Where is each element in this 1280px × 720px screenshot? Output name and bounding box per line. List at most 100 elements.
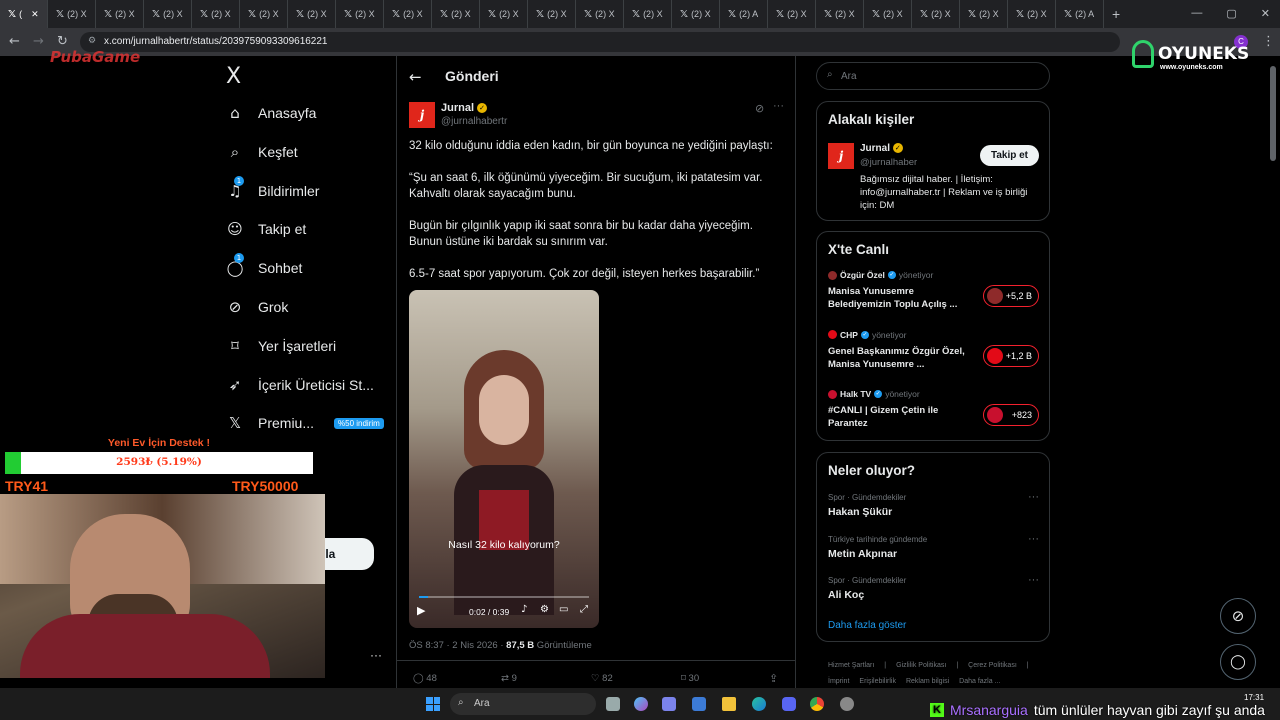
browser-tab[interactable]: 𝕏 (2) X xyxy=(336,0,384,28)
new-tab-button[interactable]: + xyxy=(1112,6,1120,22)
browser-tab[interactable]: 𝕏 (2) X xyxy=(288,0,336,28)
browser-tab[interactable]: 𝕏 (2) X xyxy=(480,0,528,28)
volume-icon[interactable]: ♪ xyxy=(521,604,527,615)
reload-icon[interactable]: ↻ xyxy=(57,34,68,49)
browser-tab[interactable]: 𝕏 (2) X xyxy=(816,0,864,28)
teams-icon[interactable] xyxy=(662,697,676,711)
browser-tab[interactable]: 𝕏 (2) X xyxy=(576,0,624,28)
repost-button[interactable]: ⇄ 9 xyxy=(501,673,517,684)
footer-link[interactable]: Çerez Politikası xyxy=(968,658,1017,674)
related-name[interactable]: Jurnal ✓ xyxy=(860,143,903,154)
share-icon[interactable]: ⇪ xyxy=(769,672,778,685)
browser-menu-icon[interactable]: ⋮ xyxy=(1262,34,1275,49)
video-player[interactable]: Nasıl 32 kilo kalıyorum? ▶ 0:02 / 0:39 ♪… xyxy=(409,290,599,628)
messages-float-button[interactable]: ◯ xyxy=(1220,644,1256,680)
bookmark-button[interactable]: ⌑ 30 xyxy=(681,673,699,684)
x-logo[interactable]: X xyxy=(226,64,241,89)
post-views-label: Görüntüleme xyxy=(534,640,592,651)
sidebar-item[interactable]: 𝕏 Premiu... %50 indirim xyxy=(226,414,384,432)
app-icon[interactable] xyxy=(840,697,854,711)
copilot-icon[interactable] xyxy=(634,697,648,711)
sidebar-item[interactable]: ⌂ Anasayfa xyxy=(226,104,316,122)
back-arrow-icon[interactable]: ← xyxy=(409,68,422,86)
trend-more-icon[interactable]: ··· xyxy=(1028,491,1039,503)
grok-icon: ⊘ xyxy=(228,298,242,316)
browser-tab[interactable]: 𝕏 (2) X xyxy=(144,0,192,28)
reply-button[interactable]: ◯ 48 xyxy=(413,673,437,684)
store-icon[interactable] xyxy=(692,697,706,711)
discord-icon[interactable] xyxy=(782,697,796,711)
windows-start-icon[interactable] xyxy=(426,697,440,711)
search-box[interactable]: ⌕ Ara xyxy=(816,62,1050,90)
browser-tab[interactable]: 𝕏 (2) X xyxy=(864,0,912,28)
pip-icon[interactable]: ▭ xyxy=(559,604,568,615)
browser-tab[interactable]: 𝕏 (2) X xyxy=(672,0,720,28)
minimize-icon[interactable]: — xyxy=(1191,7,1202,20)
follow-button[interactable]: Takip et xyxy=(980,145,1039,166)
address-bar[interactable]: ⚙ x.com/jurnalhabertr/status/20397590933… xyxy=(80,32,1120,52)
related-handle[interactable]: @jurnalhaber xyxy=(860,157,917,168)
footer-link[interactable]: Gizlilik Politikası xyxy=(896,658,946,674)
browser-tab[interactable]: 𝕏 (2) X xyxy=(768,0,816,28)
maximize-icon[interactable]: ▢ xyxy=(1226,7,1236,20)
fullscreen-icon[interactable]: ⤢ xyxy=(580,604,588,615)
sidebar-item[interactable]: ⌑ Yer İşaretleri xyxy=(226,337,336,355)
browser-tab[interactable]: 𝕏 (2) A xyxy=(1056,0,1104,28)
grok-float-button[interactable]: ⊘ xyxy=(1220,598,1256,634)
footer-link[interactable]: Hizmet Şartları xyxy=(828,658,874,674)
heart-icon: ♡ xyxy=(591,673,600,684)
tab-title: (2) X xyxy=(163,9,183,19)
sidebar-item-label: Sohbet xyxy=(258,260,303,277)
settings-icon[interactable]: ⚙ xyxy=(540,604,549,615)
site-info-icon[interactable]: ⚙ xyxy=(88,36,96,46)
edge-icon[interactable] xyxy=(752,697,766,711)
live-listener-pill[interactable]: +1,2 B xyxy=(983,344,1039,367)
browser-tab[interactable]: 𝕏(✕ xyxy=(0,0,48,28)
related-avatar[interactable]: j xyxy=(828,143,854,169)
sidebar-item[interactable]: ⊘ Grok xyxy=(226,298,289,316)
account-more-icon[interactable]: ··· xyxy=(370,648,382,662)
browser-tab[interactable]: 𝕏 (2) X xyxy=(432,0,480,28)
sidebar-item[interactable]: ⌕ Keşfet xyxy=(226,143,298,161)
taskbar-search[interactable]: ⌕ Ara xyxy=(450,693,596,715)
close-tab-icon[interactable]: ✕ xyxy=(31,9,39,20)
live-listener-pill[interactable]: +823 xyxy=(983,404,1039,426)
trend-more-icon[interactable]: ··· xyxy=(1028,533,1039,545)
post-timestamp[interactable]: ÖS 8:37 · 2 Nis 2026 · xyxy=(409,640,506,651)
page-scrollbar[interactable] xyxy=(1270,66,1276,161)
task-view-icon[interactable] xyxy=(606,697,620,711)
video-progress-track[interactable] xyxy=(419,596,589,598)
author-name[interactable]: Jurnal ✓ xyxy=(441,102,488,114)
sidebar-item[interactable]: ☺ Takip et xyxy=(226,220,306,238)
browser-tab[interactable]: 𝕏 (2) X xyxy=(96,0,144,28)
sidebar-item[interactable]: ➶ İçerik Üreticisi St... xyxy=(226,376,374,394)
browser-tab[interactable]: 𝕏 (2) X xyxy=(384,0,432,28)
trend-more-icon[interactable]: ··· xyxy=(1028,574,1039,586)
live-listener-pill[interactable]: +5,2 B xyxy=(983,285,1039,307)
more-options-icon[interactable]: ··· xyxy=(773,100,784,112)
author-handle[interactable]: @jurnalhabertr xyxy=(441,116,507,127)
browser-tab[interactable]: 𝕏 (2) A xyxy=(720,0,768,28)
sidebar-item[interactable]: ♫ 1 Bildirimler xyxy=(226,175,319,200)
browser-tab[interactable]: 𝕏 (2) X xyxy=(1008,0,1056,28)
browser-tab[interactable]: 𝕏 (2) X xyxy=(48,0,96,28)
show-more-link[interactable]: Daha fazla göster xyxy=(828,620,906,631)
browser-tab[interactable]: 𝕏 (2) X xyxy=(624,0,672,28)
back-icon[interactable]: ← xyxy=(9,34,20,49)
like-button[interactable]: ♡ 82 xyxy=(591,673,613,684)
grok-icon[interactable]: ⊘ xyxy=(755,102,764,115)
play-icon[interactable]: ▶ xyxy=(417,604,425,617)
browser-tab[interactable]: 𝕏 (2) X xyxy=(240,0,288,28)
browser-tab[interactable]: 𝕏 (2) X xyxy=(912,0,960,28)
author-avatar[interactable]: j xyxy=(409,102,435,128)
video-subject-face xyxy=(479,375,529,445)
sidebar-item[interactable]: ◯ 1 Sohbet xyxy=(226,253,303,277)
forward-icon[interactable]: → xyxy=(33,34,44,49)
file-explorer-icon[interactable] xyxy=(722,697,736,711)
chrome-icon[interactable] xyxy=(810,697,824,711)
close-window-icon[interactable]: ✕ xyxy=(1261,7,1270,20)
browser-tab[interactable]: 𝕏 (2) X xyxy=(960,0,1008,28)
divider xyxy=(397,660,795,661)
browser-tab[interactable]: 𝕏 (2) X xyxy=(528,0,576,28)
browser-tab[interactable]: 𝕏 (2) X xyxy=(192,0,240,28)
